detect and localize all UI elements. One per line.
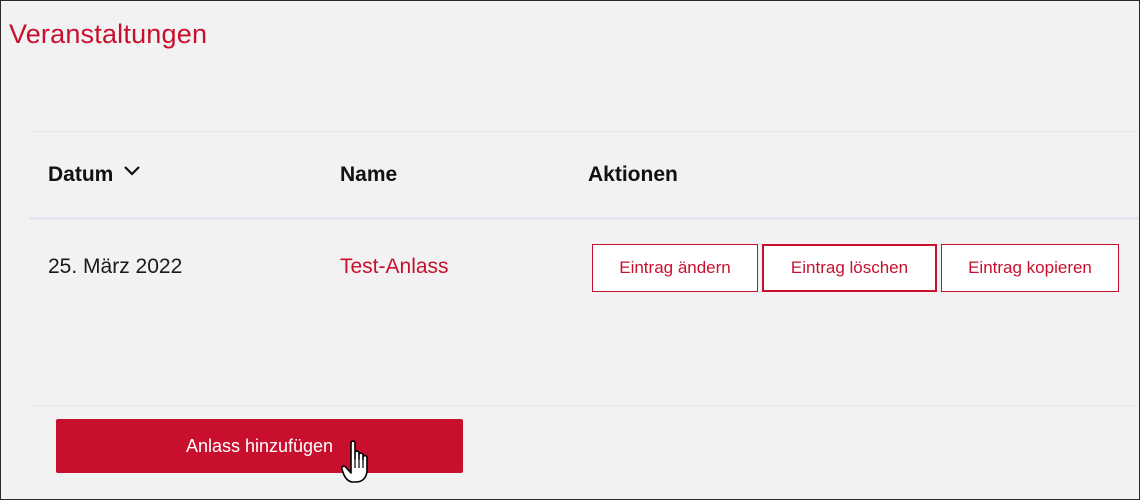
edit-entry-button[interactable]: Eintrag ändern bbox=[592, 244, 758, 292]
divider-top bbox=[29, 131, 1139, 132]
copy-entry-button[interactable]: Eintrag kopieren bbox=[941, 244, 1119, 292]
row-name-link[interactable]: Test-Anlass bbox=[340, 255, 449, 279]
delete-entry-button[interactable]: Eintrag löschen bbox=[762, 244, 937, 292]
add-event-button[interactable]: Anlass hinzufügen bbox=[56, 419, 463, 473]
row-actions: Eintrag ändern Eintrag löschen Eintrag k… bbox=[592, 244, 1119, 292]
divider-bottom bbox=[29, 405, 1139, 406]
hand-pointer-icon bbox=[341, 440, 368, 483]
column-header-datum-label: Datum bbox=[48, 163, 114, 186]
row-date: 25. März 2022 bbox=[48, 255, 183, 278]
column-header-aktionen-label: Aktionen bbox=[588, 163, 678, 186]
column-header-datum[interactable]: Datum bbox=[48, 163, 141, 187]
page-title: Veranstaltungen bbox=[9, 19, 208, 49]
column-header-name: Name bbox=[340, 163, 397, 187]
column-header-name-label: Name bbox=[340, 163, 398, 186]
events-panel: Veranstaltungen Datum Name Aktionen 25. … bbox=[0, 0, 1140, 500]
column-header-aktionen: Aktionen bbox=[588, 163, 678, 187]
chevron-down-icon[interactable] bbox=[123, 164, 141, 178]
add-event-button-label: Anlass hinzufügen bbox=[185, 435, 334, 456]
header-divider bbox=[29, 217, 1139, 220]
